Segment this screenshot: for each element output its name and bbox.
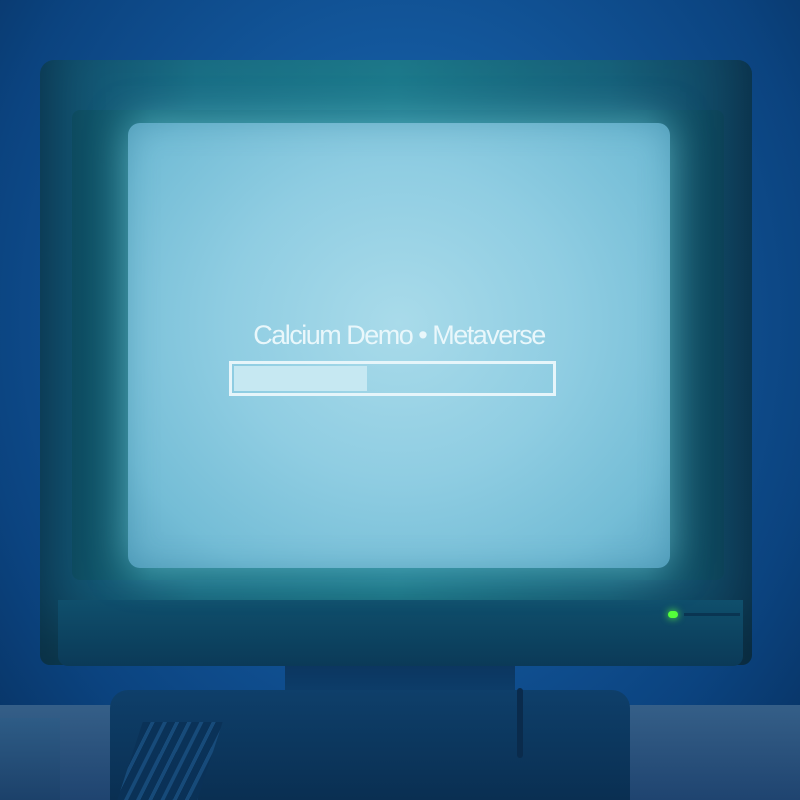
front-panel-slot [684, 613, 740, 616]
loading-progress-fill [234, 366, 367, 391]
monitor-chin [58, 600, 743, 666]
loading-progress-bar [229, 361, 556, 396]
crt-monitor-scene: Calcium Demo • Metaverse [0, 0, 800, 800]
monitor-screen: Calcium Demo • Metaverse [128, 123, 670, 568]
power-indicator-icon [668, 611, 678, 618]
monitor-cable [517, 688, 523, 758]
loading-title: Calcium Demo • Metaverse [253, 320, 546, 350]
desk-edge [0, 718, 60, 800]
